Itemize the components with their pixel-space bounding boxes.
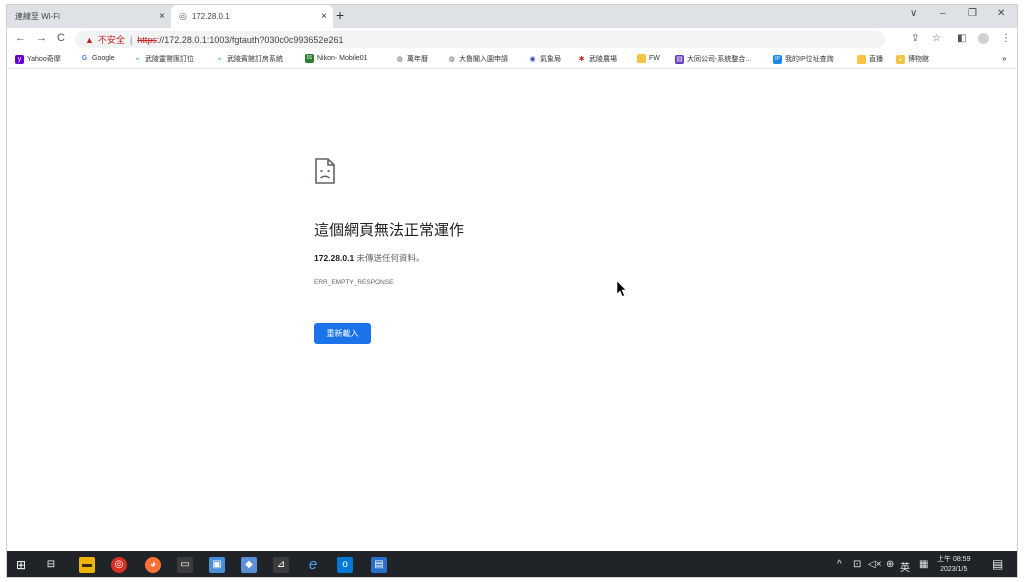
url-scheme: https	[137, 34, 157, 45]
bookmarks-bar: y Yahoo奇摩 G Google ⌁ 武陵靈鷲匯訂位 ⌁ 武陵賓館訂房系統 …	[7, 51, 1017, 69]
tatung-icon: ▤	[675, 54, 684, 64]
bookmark-wuling-farm[interactable]: ✱ 武陵農場	[577, 54, 617, 64]
outlook-icon[interactable]: o	[337, 557, 353, 573]
address-bar[interactable]: ▲ 不安全 | https ://172.28.0.1:1003/fgtauth…	[75, 31, 885, 48]
bookmark-folder-fw[interactable]: FW	[637, 54, 660, 63]
folder-icon	[857, 54, 866, 64]
menu-icon[interactable]: ⋮	[1001, 33, 1011, 44]
minimize-button[interactable]: –	[940, 8, 946, 19]
forward-button[interactable]: →	[36, 32, 47, 44]
close-icon[interactable]: ×	[159, 11, 165, 22]
page-content: 這個網頁無法正常運作 172.28.0.1 未傳送任何資料。 ERR_EMPTY…	[7, 69, 1017, 551]
tab-active[interactable]: ◎ 172.28.0.1 ×	[171, 5, 333, 28]
bookmark-museum[interactable]: ◒ 博物館	[896, 54, 929, 64]
clock-date: 2023/1/5	[940, 566, 968, 573]
restore-button[interactable]: ❐	[968, 8, 977, 19]
leaf-icon: ⌁	[133, 54, 142, 64]
tab-label: 172.28.0.1	[191, 12, 230, 21]
google-icon: G	[80, 54, 89, 63]
app-icon[interactable]: ◆	[241, 557, 257, 573]
bookmark-calendar[interactable]: ◍ 萬年曆	[395, 54, 428, 64]
tray-chevron-icon[interactable]: ^	[837, 559, 842, 570]
side-panel-icon[interactable]: ◧	[957, 33, 966, 44]
clock-time: 上午 08:59	[937, 556, 971, 563]
mouse-cursor-icon	[617, 281, 627, 297]
bookmark-taroko[interactable]: ◍ 大魯閣入園申請	[447, 54, 508, 64]
terminal-icon[interactable]: ▭	[177, 557, 193, 573]
internet-explorer-icon[interactable]: e	[305, 557, 321, 573]
network-icon[interactable]: ⊕	[886, 559, 894, 570]
error-detail: 172.28.0.1 未傳送任何資料。	[314, 252, 425, 264]
window-app-icon[interactable]: ▤	[371, 557, 387, 573]
ime-language-indicator[interactable]: 英	[900, 559, 910, 574]
separator: |	[129, 34, 133, 45]
error-code: ERR_EMPTY_RESPONSE	[314, 279, 394, 286]
profile-avatar[interactable]	[978, 33, 989, 44]
remote-desktop-icon[interactable]: ▣	[209, 557, 225, 573]
network-app-icon[interactable]: ⊿	[273, 557, 289, 573]
tab-label: 連線至 Wi-Fi	[15, 12, 60, 21]
folder-icon	[637, 54, 646, 63]
share-icon[interactable]: ⇪	[911, 33, 919, 44]
chrome-icon[interactable]: ◎	[111, 557, 127, 573]
reload-page-button[interactable]: 重新載入	[314, 323, 371, 344]
volume-muted-icon[interactable]: ◁×	[868, 559, 882, 570]
bookmark-wuling-booking[interactable]: ⌁ 武陵靈鷲匯訂位	[133, 54, 194, 64]
bookmark-yahoo[interactable]: y Yahoo奇摩	[15, 54, 61, 64]
globe-icon: ◎	[179, 11, 187, 21]
warning-icon: ▲	[85, 34, 94, 45]
sad-document-icon	[315, 158, 335, 184]
weather-icon: ◉	[528, 54, 537, 64]
new-tab-button[interactable]: +	[336, 7, 344, 23]
insecure-label[interactable]: 不安全	[98, 33, 125, 46]
bookmark-weather[interactable]: ◉ 氣象局	[528, 54, 561, 64]
ime-mode-icon[interactable]: ▦	[919, 559, 928, 570]
start-icon[interactable]: ⊞	[13, 557, 29, 573]
battery-icon[interactable]: ⊡	[853, 559, 861, 570]
chevron-down-icon[interactable]: ∨	[910, 8, 917, 19]
bookmark-wuling-hotel[interactable]: ⌁ 武陵賓館訂房系統	[215, 54, 283, 64]
close-icon[interactable]: ×	[321, 11, 327, 22]
file-explorer-icon[interactable]: ▬	[79, 557, 95, 573]
browser-toolbar: ← → C ▲ 不安全 | https ://172.28.0.1:1003/f…	[7, 28, 1017, 51]
bookmark-mobile01[interactable]: 01 Nikon- Mobile01	[305, 54, 368, 63]
system-clock[interactable]: 上午 08:59 2023/1/5	[937, 555, 970, 575]
notification-icon[interactable]: ▤	[992, 557, 1003, 571]
mobile01-icon: 01	[305, 54, 314, 63]
task-view-icon[interactable]: ⊟	[43, 557, 59, 573]
error-title: 這個網頁無法正常運作	[314, 222, 465, 239]
yahoo-icon: y	[15, 54, 24, 64]
back-button[interactable]: ←	[15, 32, 26, 44]
error-message: 未傳送任何資料。	[354, 253, 425, 263]
bookmark-myip[interactable]: IP 我的IP位址查詢	[773, 54, 834, 64]
browser-window: 連線至 Wi-Fi × ◎ 172.28.0.1 × + ∨ – ❐ ✕ ← →…	[6, 4, 1018, 578]
museum-icon: ◒	[896, 54, 905, 64]
star-icon[interactable]: ☆	[932, 33, 941, 44]
ip-icon: IP	[773, 54, 782, 64]
bookmarks-overflow-button[interactable]: »	[1002, 54, 1006, 63]
leaf-icon: ⌁	[215, 54, 224, 64]
bookmark-google[interactable]: G Google	[80, 54, 115, 63]
tab-strip: 連線至 Wi-Fi × ◎ 172.28.0.1 × + ∨ – ❐ ✕	[7, 5, 1017, 28]
bookmark-folder-live[interactable]: 直播	[857, 54, 883, 64]
bookmark-tatung[interactable]: ▤ 大同公司-系統整合...	[675, 54, 751, 64]
error-host: 172.28.0.1	[314, 253, 355, 263]
tab-wifi[interactable]: 連線至 Wi-Fi ×	[7, 5, 171, 28]
close-button[interactable]: ✕	[997, 8, 1005, 19]
firefox-icon[interactable]: ◕	[145, 557, 161, 573]
globe-icon: ◍	[395, 54, 404, 64]
farm-icon: ✱	[577, 54, 586, 64]
reload-button[interactable]: C	[57, 32, 65, 44]
windows-taskbar: ⊞ ⊟ ▬ ◎ ◕ ▭ ▣ ◆ ⊿ e o ▤ ^ ⊡ ◁× ⊕ 英 ▦ 上午 …	[7, 551, 1017, 577]
url-text: ://172.28.0.1:1003/fgtauth?030c0c993652e…	[156, 34, 344, 45]
globe-icon: ◍	[447, 54, 456, 64]
